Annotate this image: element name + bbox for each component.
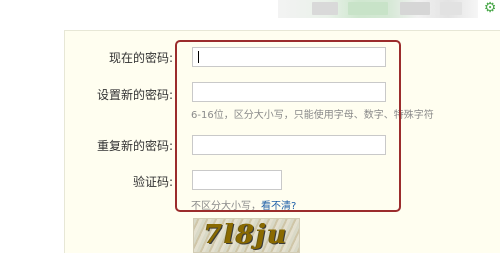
gear-icon[interactable]: ⚙ <box>481 0 499 18</box>
blurred-toolbar-area <box>278 0 478 18</box>
new-password-label: 设置新的密码: <box>96 88 173 102</box>
repeat-password-label: 重复新的密码: <box>96 139 173 153</box>
captcha-label: 验证码: <box>132 175 173 189</box>
captcha-image-text: 7l8ju <box>204 220 289 250</box>
top-toolbar: ⚙ <box>0 0 500 18</box>
captcha-hint-text: 不区分大小写， <box>191 201 261 212</box>
captcha-hint: 不区分大小写，看不清? <box>191 197 296 212</box>
new-password-input[interactable] <box>192 82 386 102</box>
captcha-input[interactable] <box>192 170 282 190</box>
repeat-password-input[interactable] <box>192 135 386 155</box>
captcha-image[interactable]: 7l8ju <box>193 218 300 253</box>
current-password-input[interactable] <box>192 47 386 67</box>
refresh-captcha-link[interactable]: 看不清? <box>261 201 296 212</box>
current-password-label: 现在的密码: <box>108 51 173 65</box>
text-caret <box>198 51 199 63</box>
new-password-hint: 6-16位，区分大小写，只能使用字母、数字、特殊字符 <box>191 110 434 121</box>
